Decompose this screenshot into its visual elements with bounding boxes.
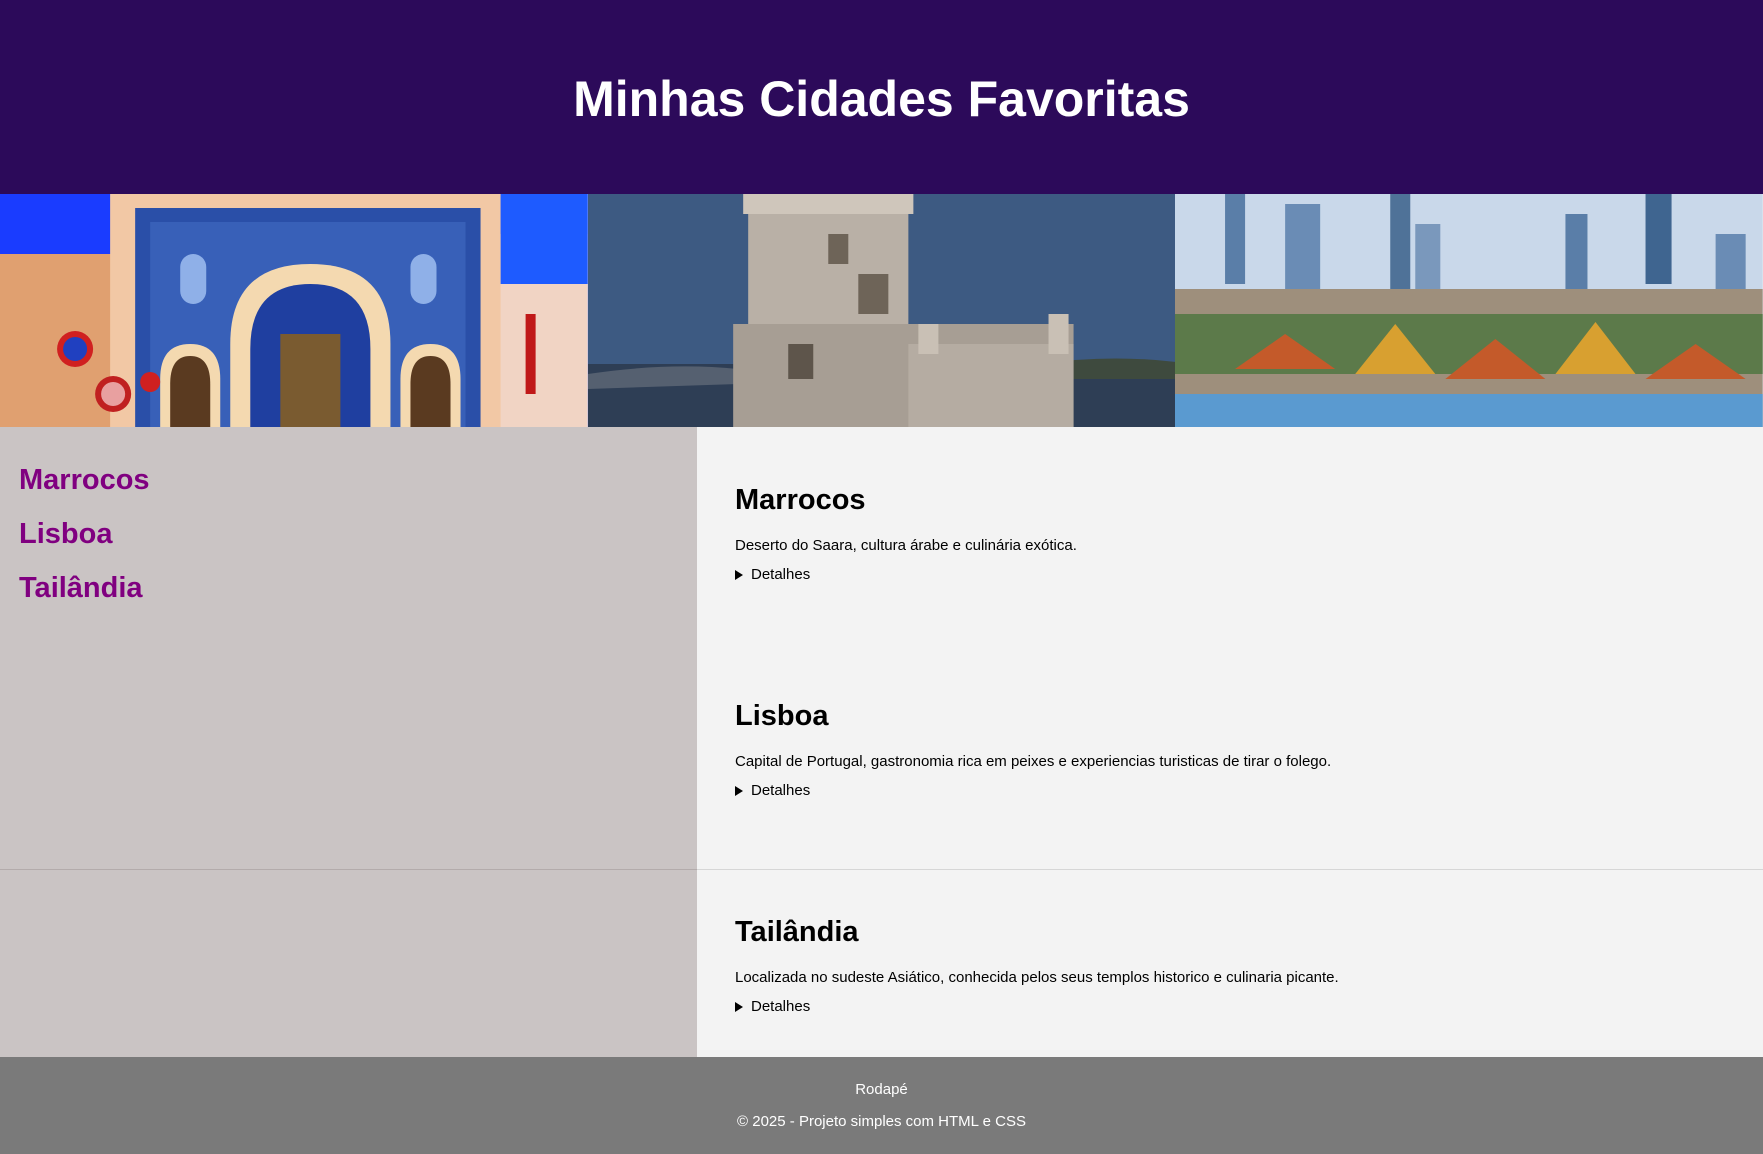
details-label: Detalhes [751, 566, 811, 583]
footer-copyright: © 2025 - Projeto simples com HTML e CSS [737, 1113, 1026, 1130]
section-description: Deserto do Saara, cultura árabe e culiná… [735, 537, 1077, 554]
sidebar-link-tailandia[interactable]: Tailândia [19, 572, 143, 605]
morocco-gate-photo [0, 194, 588, 427]
details-toggle[interactable]: Detalhes [735, 998, 1339, 1015]
details-label: Detalhes [751, 998, 811, 1015]
section-description: Localizada no sudeste Asiático, conhecid… [735, 969, 1339, 986]
page-footer: Rodapé © 2025 - Projeto simples com HTML… [0, 1057, 1763, 1154]
sidebar-divider [0, 869, 697, 870]
section-description: Capital de Portugal, gastronomia rica em… [735, 753, 1332, 770]
section-title: Tailândia [735, 916, 859, 948]
banner [0, 194, 1763, 427]
bangkok-skyline-photo [1175, 194, 1763, 427]
section-title: Marrocos [735, 484, 866, 516]
details-toggle[interactable]: Detalhes [735, 782, 1331, 799]
page-title: Minhas Cidades Favoritas [573, 71, 1190, 127]
section-marrocos: Marrocos Deserto do Saara, cultura árabe… [735, 484, 1077, 583]
page-header: Minhas Cidades Favoritas [0, 0, 1763, 194]
footer-title: Rodapé [855, 1081, 908, 1098]
disclosure-triangle-icon [735, 569, 743, 580]
content-divider [697, 869, 1763, 870]
disclosure-triangle-icon [735, 785, 743, 796]
sidebar: Marrocos Lisboa Tailândia [0, 427, 697, 1057]
section-tailandia: Tailândia Localizada no sudeste Asiático… [735, 916, 1339, 1015]
section-title: Lisboa [735, 700, 829, 732]
section-lisboa: Lisboa Capital de Portugal, gastronomia … [735, 700, 1331, 799]
details-label: Detalhes [751, 782, 811, 799]
sidebar-link-marrocos[interactable]: Marrocos [19, 464, 150, 497]
disclosure-triangle-icon [735, 1001, 743, 1012]
sidebar-link-lisboa[interactable]: Lisboa [19, 518, 112, 551]
main-content: Marrocos Deserto do Saara, cultura árabe… [697, 427, 1763, 1057]
details-toggle[interactable]: Detalhes [735, 566, 1077, 583]
lisbon-belem-tower-photo [587, 194, 1176, 427]
